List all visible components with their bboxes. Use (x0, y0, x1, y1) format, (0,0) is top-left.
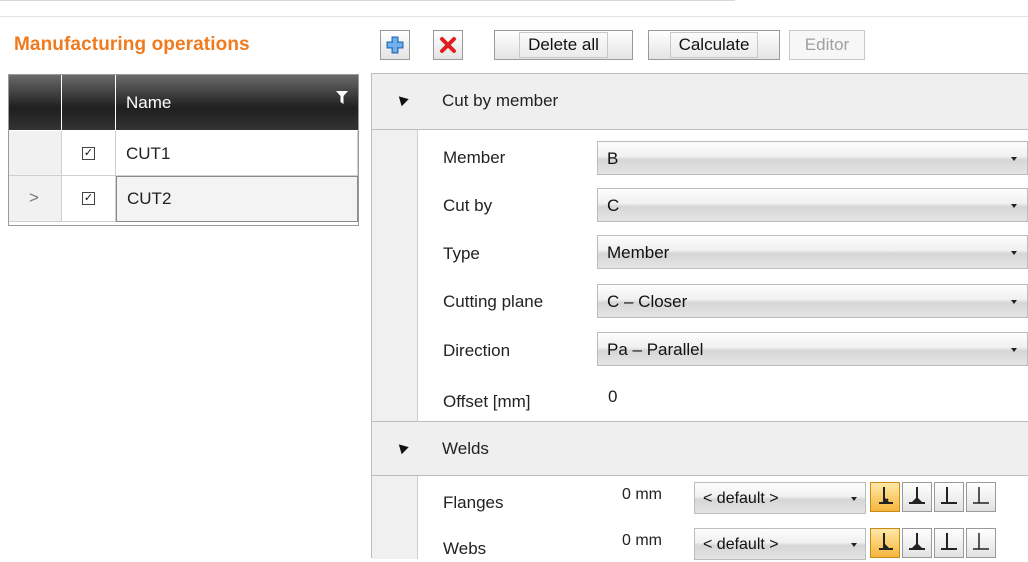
calculate-button[interactable]: Calculate (648, 30, 780, 60)
fillet-weld-icon (879, 533, 893, 550)
remove-button[interactable] (433, 30, 463, 60)
properties-panel: Cut by member Member B Cut by C Type Mem… (371, 73, 1028, 560)
butt-weld-icon (973, 487, 989, 504)
double-fillet-weld-button[interactable] (902, 482, 932, 512)
grid-header-check (62, 75, 115, 130)
top-divider (0, 0, 735, 1)
delete-all-button[interactable]: Delete all (494, 30, 633, 60)
butt-weld-button[interactable] (966, 528, 996, 558)
row-indicator[interactable] (9, 131, 62, 176)
fillet-weld-button[interactable] (870, 482, 900, 512)
cut-section-title: Cut by member (442, 91, 559, 110)
row-indicator-current[interactable]: > (9, 176, 62, 222)
cut-by-label: Cut by (443, 196, 493, 215)
partial-weld-icon (941, 487, 957, 504)
webs-weld-type-value: < default > (703, 536, 779, 553)
chevron-down-icon (1011, 348, 1017, 352)
double-fillet-weld-icon (909, 487, 925, 504)
partial-weld-button[interactable] (934, 528, 964, 558)
double-fillet-weld-button[interactable] (902, 528, 932, 558)
member-value: B (607, 149, 619, 168)
table-row-check-cell: ✓ (62, 176, 116, 222)
operations-grid: Name ✓ CUT1 > ✓ CUT2 (8, 74, 359, 226)
partial-weld-icon (941, 533, 957, 550)
fillet-weld-icon (879, 487, 893, 504)
flanges-weld-type-value: < default > (703, 490, 779, 507)
table-row-selected[interactable]: CUT2 (116, 176, 358, 222)
collapse-triangle-icon[interactable] (395, 440, 409, 455)
webs-label: Webs (443, 539, 487, 558)
header-divider (0, 16, 1028, 17)
section-title: Manufacturing operations (14, 34, 250, 55)
section-indent (372, 130, 418, 421)
delete-all-label: Delete all (519, 32, 608, 58)
table-row-check-cell: ✓ (62, 131, 116, 176)
filter-icon[interactable] (336, 91, 348, 105)
cut-by-dropdown[interactable]: C (597, 188, 1028, 222)
row-name: CUT1 (126, 144, 171, 163)
plus-icon (386, 36, 404, 54)
member-label: Member (443, 148, 506, 167)
column-name-label: Name (126, 93, 172, 112)
chevron-down-icon (1011, 204, 1017, 208)
collapse-triangle-icon[interactable] (395, 92, 409, 107)
webs-size[interactable]: 0 mm (622, 532, 662, 550)
chevron-down-icon (851, 497, 857, 501)
red-x-icon (440, 37, 456, 53)
welds-section-header[interactable]: Welds (372, 421, 1028, 476)
cutting-plane-dropdown[interactable]: C – Closer (597, 284, 1028, 318)
offset-label: Offset [mm] (443, 392, 531, 411)
grid-header-indicator (9, 75, 61, 130)
calculate-label: Calculate (669, 32, 759, 58)
direction-value: Pa – Parallel (607, 340, 704, 359)
row-checkbox[interactable]: ✓ (82, 147, 95, 160)
butt-weld-button[interactable] (966, 482, 996, 512)
partial-weld-button[interactable] (934, 482, 964, 512)
flanges-label: Flanges (443, 493, 504, 512)
row-checkbox[interactable]: ✓ (82, 192, 95, 205)
row-name: CUT2 (127, 189, 172, 208)
editor-label: Editor (804, 35, 850, 54)
chevron-down-icon (1011, 157, 1017, 161)
butt-weld-icon (973, 533, 989, 550)
flanges-weld-type-dropdown[interactable]: < default > (694, 482, 866, 514)
member-dropdown[interactable]: B (597, 141, 1028, 175)
cutting-plane-label: Cutting plane (443, 292, 544, 311)
current-row-marker: > (29, 188, 39, 207)
welds-section-title: Welds (442, 439, 489, 458)
chevron-down-icon (851, 543, 857, 547)
flanges-size[interactable]: 0 mm (622, 486, 662, 504)
chevron-down-icon (1011, 251, 1017, 255)
editor-button[interactable]: Editor (789, 30, 865, 60)
chevron-down-icon (1011, 300, 1017, 304)
fillet-weld-button[interactable] (870, 528, 900, 558)
direction-label: Direction (443, 341, 511, 360)
type-value: Member (607, 243, 670, 262)
direction-dropdown[interactable]: Pa – Parallel (597, 332, 1028, 366)
add-button[interactable] (380, 30, 410, 60)
cutting-plane-value: C – Closer (607, 292, 688, 311)
grid-header-name[interactable]: Name (116, 75, 358, 130)
offset-value[interactable]: 0 (608, 387, 617, 407)
webs-weld-type-dropdown[interactable]: < default > (694, 528, 866, 560)
cut-section-header[interactable]: Cut by member (372, 74, 1028, 130)
table-row[interactable]: CUT1 (116, 131, 358, 176)
type-label: Type (443, 244, 480, 263)
section-indent (372, 476, 418, 559)
type-dropdown[interactable]: Member (597, 235, 1028, 269)
double-fillet-weld-icon (909, 533, 925, 550)
cut-by-value: C (607, 196, 620, 215)
